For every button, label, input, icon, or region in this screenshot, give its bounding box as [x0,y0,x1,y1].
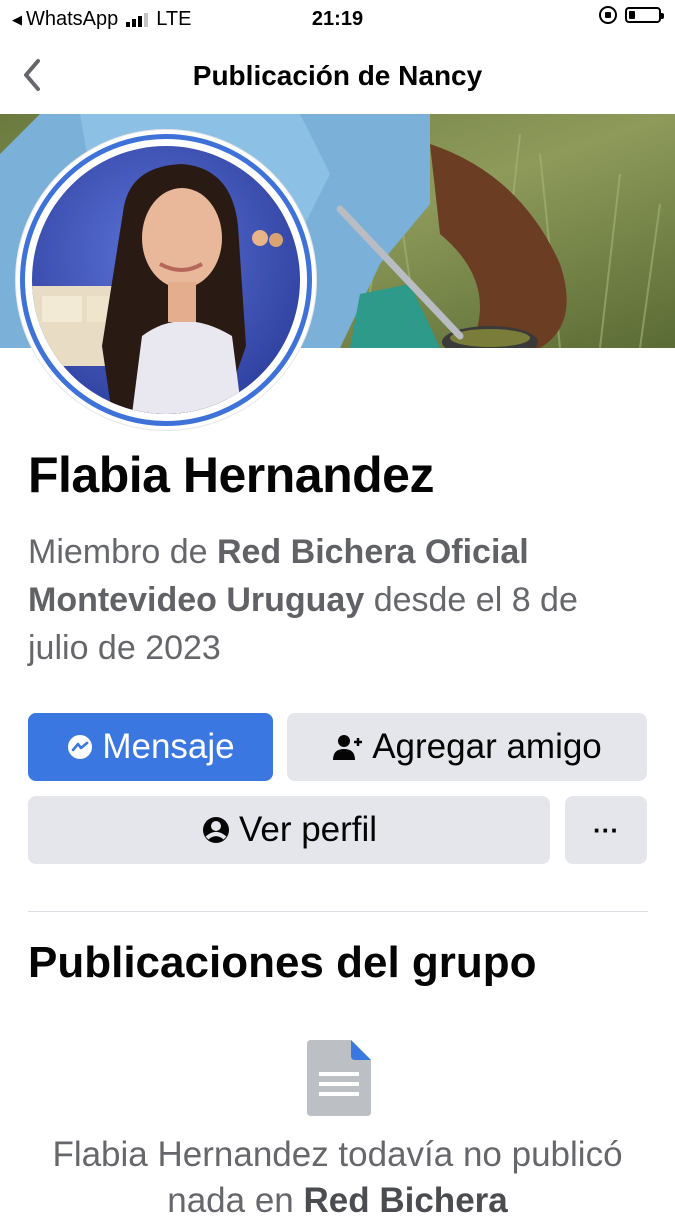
more-options-button[interactable]: ··· [565,796,647,864]
empty-group-name: Red Bichera [303,1181,508,1220]
profile-name: Flabia Hernandez [28,447,435,503]
page-title: Publicación de Nancy [192,60,483,91]
add-friend-label: Agregar amigo [372,727,602,766]
more-icon: ··· [593,814,619,845]
rotation-lock-icon [599,6,617,24]
membership-text: Miembro de Red Bichera Oficial Montevide… [28,528,628,672]
add-friend-button[interactable]: Agregar amigo [287,713,647,781]
profile-circle-icon [201,815,231,845]
message-label: Mensaje [102,727,235,766]
add-friend-icon [332,733,364,761]
status-time: 21:19 [311,8,364,30]
message-button[interactable]: Mensaje [28,713,273,781]
view-profile-button[interactable]: Ver perfil [28,796,550,864]
group-posts-title: Publicaciones del grupo [28,938,537,987]
messenger-icon [66,733,94,761]
battery-icon [625,7,664,23]
divider [28,911,648,912]
avatar[interactable] [32,146,300,414]
view-profile-label: Ver perfil [238,810,378,849]
empty-posts-text: Flabia Hernandez todavía no publicó nada… [40,1132,635,1224]
document-icon [307,1040,371,1116]
member-prefix: Miembro de [28,533,217,571]
status-right [599,6,664,24]
nav-bar: Publicación de Nancy [0,36,675,114]
status-bar: ◀ WhatsApp LTE 21:19 [0,0,675,36]
